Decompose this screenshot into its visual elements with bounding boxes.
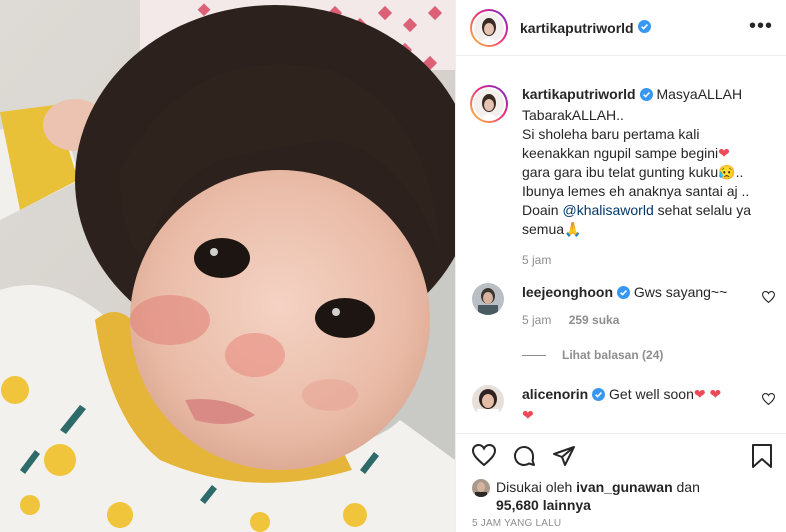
caption-line: sehat selalu ya (653, 202, 752, 218)
caption-author-avatar[interactable] (470, 85, 508, 123)
verified-badge-icon (639, 87, 653, 106)
caption-line: MasyaALLAH (656, 86, 743, 102)
comment-body: leejeonghoon Gws sayang~~ (522, 283, 775, 304)
verified-badge-icon (617, 285, 630, 304)
liked-by-text: Disukai oleh ivan_gunawan dan 95,680 lai… (472, 478, 772, 514)
heart-emoji: ❤ (718, 145, 730, 161)
post-actions-bar (456, 433, 786, 473)
view-replies-button[interactable]: Lihat balasan (24) (522, 348, 663, 362)
posted-time[interactable]: 5 JAM YANG LALU (472, 518, 561, 529)
comment-like-heart-icon[interactable] (761, 392, 776, 408)
post-photo[interactable] (0, 0, 455, 532)
comment-like-heart-icon[interactable] (761, 290, 776, 306)
mention-link[interactable]: @khalisaworld (562, 202, 653, 218)
liker-username[interactable]: ivan_gunawan (576, 479, 672, 495)
post-header: kartikaputriworld ••• (456, 0, 786, 56)
caption-line: keenakkan ngupil sampe begini (522, 145, 719, 161)
baby-photo-illustration (0, 0, 455, 532)
post-side-panel: kartikaputriworld ••• kartikaputriworld … (455, 0, 786, 532)
heart-emoji: ❤ (522, 407, 534, 423)
caption-line: Ibunya lemes eh anaknya santai aj .. (522, 183, 750, 199)
comment-text: Get well soon (609, 386, 694, 402)
sad-emoji: 😥.. (718, 164, 744, 180)
caption-time[interactable]: 5 jam (522, 253, 775, 267)
replies-divider (522, 354, 546, 356)
caption-line: Si sholeha baru pertama kali (522, 126, 700, 142)
comment-meta: 5 jam 259 suka (522, 313, 775, 327)
share-icon[interactable] (552, 444, 576, 471)
heart-icon[interactable] (471, 443, 497, 469)
liked-by-prefix: Disukai oleh (496, 479, 577, 495)
comment-text: Gws sayang~~ (633, 284, 728, 300)
comment-likes[interactable]: 259 suka (569, 313, 620, 327)
likes-suffix[interactable]: lainnya (539, 497, 591, 513)
verified-badge-icon (637, 19, 651, 36)
pray-emoji: 🙏 (564, 221, 582, 237)
caption-text: kartikaputriworld MasyaALLAH TabarakALLA… (522, 85, 775, 239)
author-username[interactable]: kartikaputriworld (520, 20, 634, 36)
comment-item: alicenorin Get well soon❤ ❤ ❤ (470, 385, 776, 425)
caption-line: TabarakALLAH.. (522, 107, 624, 123)
caption-line: semua (522, 221, 565, 237)
caption-username[interactable]: kartikaputriworld (522, 86, 636, 102)
comment-username[interactable]: leejeonghoon (522, 284, 613, 300)
commenter-avatar[interactable] (472, 283, 504, 315)
author-avatar[interactable] (470, 8, 508, 47)
verified-badge-icon (592, 387, 606, 406)
heart-emojis: ❤ ❤ (693, 386, 722, 402)
liker-avatar[interactable] (472, 479, 490, 497)
post-caption: kartikaputriworld MasyaALLAH TabarakALLA… (470, 85, 775, 267)
caption-line: gara gara ibu telat gunting kuku (522, 164, 719, 180)
comment-item: leejeonghoon Gws sayang~~ 5 jam 259 suka (470, 283, 776, 327)
commenter-avatar[interactable] (472, 385, 504, 417)
likes-count[interactable]: 95,680 (496, 497, 539, 513)
comment-body: alicenorin Get well soon❤ ❤ ❤ (522, 385, 775, 425)
liked-by-middle: dan (672, 479, 700, 495)
view-replies-label: Lihat balasan (24) (562, 348, 664, 362)
comment-icon[interactable] (512, 444, 536, 471)
comment-time[interactable]: 5 jam (522, 313, 551, 327)
more-options-icon[interactable]: ••• (749, 16, 773, 36)
comment-username[interactable]: alicenorin (522, 386, 588, 402)
save-icon[interactable] (751, 444, 773, 471)
caption-line: Doain (522, 202, 559, 218)
